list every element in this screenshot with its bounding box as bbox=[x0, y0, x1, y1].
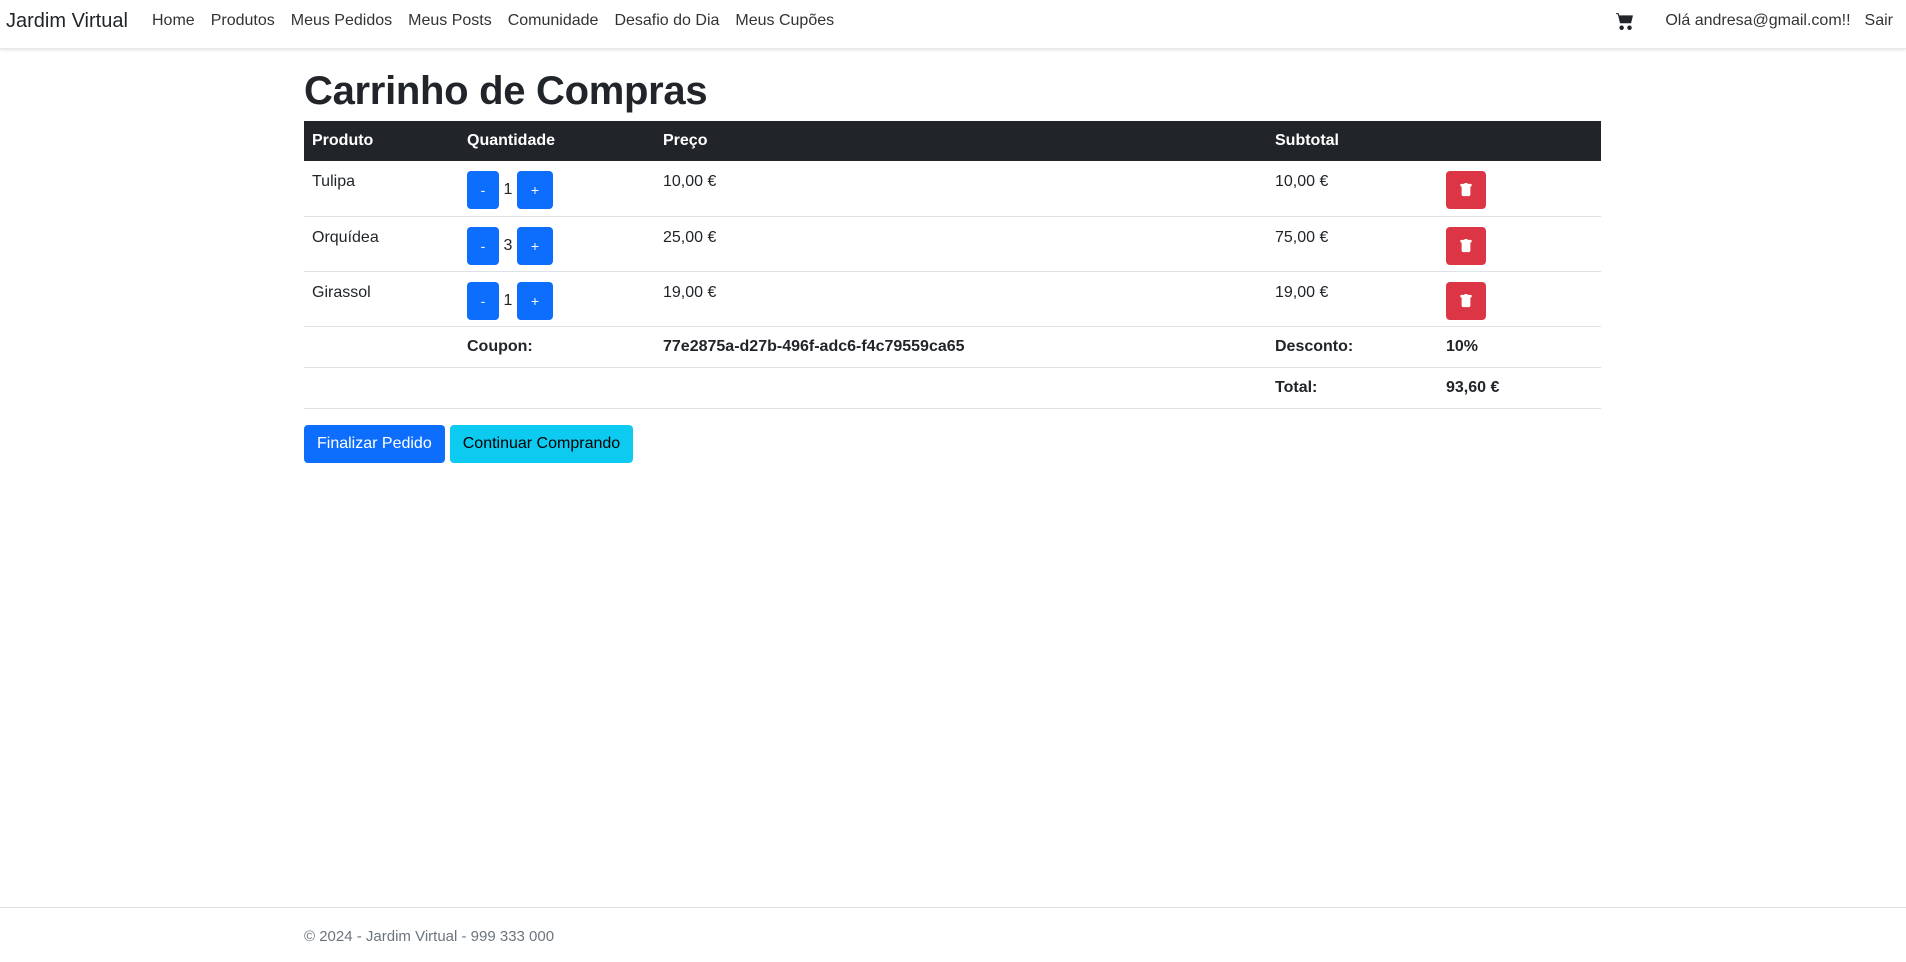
header-subtotal: Subtotal bbox=[1267, 121, 1438, 161]
quantity-value: 3 bbox=[503, 236, 513, 254]
trash-icon bbox=[1460, 293, 1472, 307]
continue-shopping-button[interactable]: Continuar Comprando bbox=[449, 425, 634, 463]
empty-cell bbox=[655, 367, 1267, 409]
nav-desafio-do-dia[interactable]: Desafio do Dia bbox=[606, 11, 727, 31]
empty-cell bbox=[304, 367, 459, 409]
action-cell bbox=[1438, 216, 1601, 272]
coupon-row: Coupon: 77e2875a-d27b-496f-adc6-f4c79559… bbox=[304, 326, 1601, 368]
header-preco: Preço bbox=[655, 121, 1267, 161]
subtotal-cell: 75,00 € bbox=[1267, 216, 1438, 272]
main-content: Carrinho de Compras Produto Quantidade P… bbox=[304, 49, 1601, 463]
increase-quantity-button[interactable]: + bbox=[517, 281, 553, 320]
trash-icon bbox=[1460, 183, 1472, 197]
quantity-value: 1 bbox=[503, 181, 513, 198]
table-row: Girassol - 1 + 19,00 € 19,00 € bbox=[304, 271, 1601, 327]
user-greeting[interactable]: Olá andresa@gmail.com!! bbox=[1658, 11, 1857, 31]
cart-icon[interactable] bbox=[1616, 12, 1634, 30]
nav-home[interactable]: Home bbox=[144, 11, 203, 31]
nav-comunidade[interactable]: Comunidade bbox=[500, 11, 607, 31]
nav-right: Olá andresa@gmail.com!! Sair bbox=[1616, 11, 1900, 31]
decrease-quantity-button[interactable]: - bbox=[467, 226, 499, 265]
quantity-value: 1 bbox=[503, 291, 513, 309]
total-label: Total: bbox=[1267, 367, 1438, 409]
checkout-button[interactable]: Finalizar Pedido bbox=[304, 425, 445, 463]
decrease-quantity-button[interactable]: - bbox=[467, 281, 499, 320]
empty-cell bbox=[459, 367, 655, 409]
nav-links: Home Produtos Meus Pedidos Meus Posts Co… bbox=[144, 11, 842, 31]
nav-produtos[interactable]: Produtos bbox=[203, 11, 283, 31]
quantity-cell: - 1 + bbox=[459, 161, 655, 217]
total-row: Total: 93,60 € bbox=[304, 367, 1601, 409]
empty-cell bbox=[304, 326, 459, 368]
quantity-stepper: - 1 + bbox=[467, 281, 647, 320]
footer: © 2024 - Jardim Virtual - 999 333 000 bbox=[0, 907, 1906, 962]
subtotal-cell: 19,00 € bbox=[1267, 271, 1438, 327]
table-header-row: Produto Quantidade Preço Subtotal bbox=[304, 121, 1601, 161]
footer-text: © 2024 - Jardim Virtual - 999 333 000 bbox=[304, 928, 555, 945]
trash-icon bbox=[1460, 238, 1472, 252]
product-name: Girassol bbox=[304, 271, 459, 327]
coupon-code: 77e2875a-d27b-496f-adc6-f4c79559ca65 bbox=[655, 326, 1267, 368]
price-cell: 10,00 € bbox=[655, 161, 1267, 217]
quantity-cell: - 3 + bbox=[459, 216, 655, 272]
discount-label: Desconto: bbox=[1267, 326, 1438, 368]
cart-actions: Finalizar Pedido Continuar Comprando bbox=[304, 425, 634, 463]
table-row: Orquídea - 3 + 25,00 € 75,00 € bbox=[304, 216, 1601, 272]
action-cell bbox=[1438, 161, 1601, 217]
subtotal-cell: 10,00 € bbox=[1267, 161, 1438, 217]
increase-quantity-button[interactable]: + bbox=[517, 171, 553, 209]
discount-value: 10% bbox=[1438, 326, 1601, 368]
brand-link[interactable]: Jardim Virtual bbox=[6, 10, 128, 33]
nav-meus-posts[interactable]: Meus Posts bbox=[400, 11, 500, 31]
product-name: Tulipa bbox=[304, 161, 459, 217]
delete-item-button[interactable] bbox=[1446, 226, 1486, 265]
quantity-cell: - 1 + bbox=[459, 271, 655, 327]
table-row: Tulipa - 1 + 10,00 € 10,00 € bbox=[304, 161, 1601, 217]
increase-quantity-button[interactable]: + bbox=[517, 226, 553, 265]
header-produto: Produto bbox=[304, 121, 459, 161]
delete-item-button[interactable] bbox=[1446, 281, 1486, 320]
price-cell: 25,00 € bbox=[655, 216, 1267, 272]
product-name: Orquídea bbox=[304, 216, 459, 272]
header-quantidade: Quantidade bbox=[459, 121, 655, 161]
logout-link[interactable]: Sair bbox=[1858, 11, 1900, 31]
cart-table: Produto Quantidade Preço Subtotal Tulipa… bbox=[304, 121, 1601, 409]
delete-item-button[interactable] bbox=[1446, 171, 1486, 209]
quantity-stepper: - 3 + bbox=[467, 226, 647, 265]
total-value: 93,60 € bbox=[1438, 367, 1601, 409]
nav-meus-cupoes[interactable]: Meus Cupões bbox=[727, 11, 842, 31]
page-title: Carrinho de Compras bbox=[304, 69, 708, 113]
price-cell: 19,00 € bbox=[655, 271, 1267, 327]
navbar: Jardim Virtual Home Produtos Meus Pedido… bbox=[0, 0, 1906, 49]
header-actions bbox=[1438, 121, 1601, 161]
decrease-quantity-button[interactable]: - bbox=[467, 171, 499, 209]
nav-meus-pedidos[interactable]: Meus Pedidos bbox=[283, 11, 400, 31]
coupon-label: Coupon: bbox=[459, 326, 655, 368]
action-cell bbox=[1438, 271, 1601, 327]
quantity-stepper: - 1 + bbox=[467, 171, 647, 209]
